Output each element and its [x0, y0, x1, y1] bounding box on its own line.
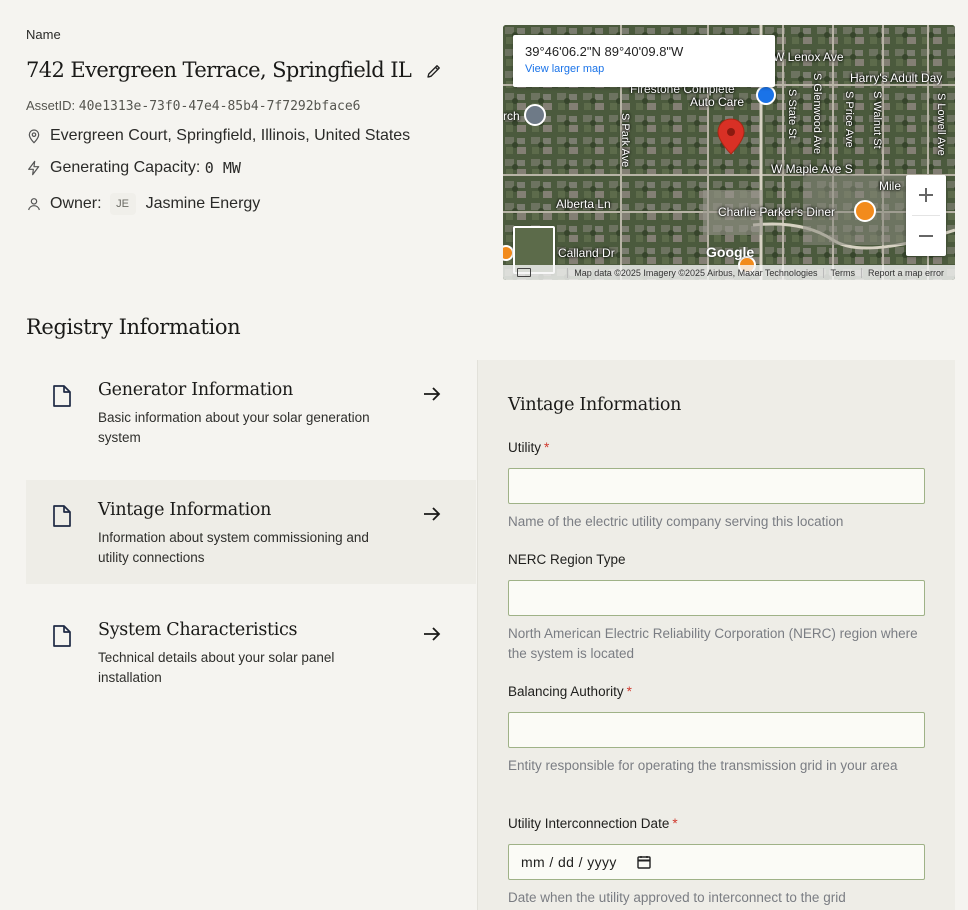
map-terms-link[interactable]: Terms — [823, 267, 861, 278]
asset-page: Name 742 Evergreen Terrace, Springfield … — [0, 0, 968, 910]
map-label-price: S Price Ave — [843, 91, 855, 148]
map-label-maple: W Maple Ave S — [771, 162, 853, 176]
map-label-glenwood: S Glenwood Ave — [811, 73, 823, 155]
asset-id: AssetID: 40e1313e-73f0-47e4-85b4-7f7292b… — [26, 98, 361, 114]
keyboard-shortcuts-icon[interactable] — [517, 268, 531, 277]
utility-label-text: Utility — [508, 440, 541, 455]
nerc-region-help: North American Electric Reliability Corp… — [508, 626, 918, 661]
utility-label: Utility * — [508, 440, 549, 455]
map-label-lenox: W Lenox Ave — [773, 50, 844, 64]
vintage-form-panel: Vintage Information Utility * Name of the… — [477, 360, 955, 910]
location-pin-icon — [26, 128, 42, 144]
nav-item-description: Information about system commissioning a… — [98, 530, 369, 565]
balancing-authority-label: Balancing Authority * — [508, 684, 632, 699]
asset-id-label: AssetID: — [26, 98, 76, 113]
lightning-icon — [26, 160, 42, 176]
location-row: Evergreen Court, Springfield, Illinois, … — [26, 127, 410, 145]
asset-title: 742 Evergreen Terrace, Springfield IL — [26, 58, 412, 82]
balancing-authority-input[interactable] — [508, 712, 925, 748]
map-coordinates: 39°46'06.2"N 89°40'09.8"W — [525, 44, 684, 59]
map-attribution: Map data ©2025 Imagery ©2025 Airbus, Max… — [503, 265, 955, 280]
arrow-right-icon — [424, 507, 441, 521]
balancing-authority-help: Entity responsible for operating the tra… — [508, 758, 898, 773]
plus-icon — [919, 188, 933, 202]
capacity-value: 0 MW — [204, 159, 241, 177]
utility-input[interactable] — [508, 468, 925, 504]
map-zoom-controls — [906, 175, 946, 256]
satellite-map[interactable]: W Lenox Ave Harry's Adult Day Firestone … — [503, 25, 955, 280]
map-info-card: 39°46'06.2"N 89°40'09.8"W View larger ma… — [513, 35, 775, 87]
asset-title-row: 742 Evergreen Terrace, Springfield IL — [26, 58, 443, 82]
interconnection-date-input[interactable]: mm / dd / yyyy — [508, 844, 925, 880]
asset-id-value: 40e1313e-73f0-47e4-85b4-7f7292bface6 — [78, 99, 361, 114]
nerc-region-label-text: NERC Region Type — [508, 552, 626, 567]
required-marker: * — [626, 684, 632, 699]
utility-help: Name of the electric utility company ser… — [508, 514, 844, 529]
nav-item-description: Basic information about your solar gener… — [98, 410, 370, 445]
zoom-in-button[interactable] — [906, 175, 946, 215]
google-logo: Google — [706, 244, 755, 260]
map-label-park: S Park Ave — [619, 113, 631, 168]
capacity-label: Generating Capacity: — [50, 159, 201, 176]
pencil-icon[interactable] — [425, 61, 443, 79]
map-report-link[interactable]: Report a map error — [860, 267, 950, 278]
required-marker: * — [544, 440, 550, 455]
user-icon — [26, 196, 42, 212]
nav-item-vintage-information[interactable]: Vintage Information Information about sy… — [26, 480, 476, 584]
map-label-state: S State St — [786, 89, 798, 139]
map-label-alberta: Alberta Ln — [556, 197, 611, 211]
owner-row: Owner: JE Jasmine Energy — [26, 193, 260, 215]
nav-item-generator-information[interactable]: Generator Information Basic information … — [26, 360, 476, 464]
document-icon — [53, 625, 71, 647]
map-label-walnut: S Walnut St — [871, 91, 883, 149]
nav-item-system-characteristics[interactable]: System Characteristics Technical details… — [26, 600, 476, 704]
zoom-out-button[interactable] — [906, 216, 946, 256]
map-label-calland: Calland Dr — [558, 246, 615, 260]
nerc-region-label: NERC Region Type — [508, 552, 626, 567]
map-label-rch: rch — [503, 109, 520, 123]
location-text: Evergreen Court, Springfield, Illinois, … — [50, 127, 411, 144]
nerc-region-input[interactable] — [508, 580, 925, 616]
capacity-row: Generating Capacity: 0 MW — [26, 159, 241, 177]
calendar-icon — [637, 856, 651, 869]
balancing-authority-label-text: Balancing Authority — [508, 684, 624, 699]
arrow-right-icon — [424, 387, 441, 401]
owner-name[interactable]: Jasmine Energy — [146, 195, 261, 213]
nav-item-title: Generator Information — [98, 380, 293, 400]
nav-item-title: System Characteristics — [98, 620, 298, 640]
nav-item-title: Vintage Information — [98, 500, 272, 520]
map-label-lowell: S Lowell Ave — [935, 93, 947, 156]
interconnection-date-label: Utility Interconnection Date * — [508, 816, 678, 831]
name-label: Name — [26, 27, 61, 42]
date-placeholder: mm / dd / yyyy — [521, 854, 617, 870]
view-larger-map-link[interactable]: View larger map — [525, 63, 763, 75]
form-title: Vintage Information — [508, 395, 682, 415]
map-data-text: Map data ©2025 Imagery ©2025 Airbus, Max… — [567, 267, 823, 278]
map-label-charlie: Charlie Parker's Diner — [718, 205, 835, 219]
interconnection-date-help: Date when the utility approved to interc… — [508, 890, 846, 905]
map-label-mile: Mile — [879, 179, 902, 193]
document-icon — [53, 385, 71, 407]
document-icon — [53, 505, 71, 527]
owner-avatar: JE — [109, 193, 136, 215]
nav-item-description: Technical details about your solar panel… — [98, 650, 335, 685]
map-label-firestone-2: Auto Care — [690, 95, 745, 109]
interconnection-date-label-text: Utility Interconnection Date — [508, 816, 670, 831]
minus-icon — [919, 235, 933, 237]
required-marker: * — [672, 816, 678, 831]
map-label-harrys: Harry's Adult Day — [850, 71, 943, 85]
registry-title: Registry Information — [26, 315, 241, 339]
arrow-right-icon — [424, 627, 441, 641]
owner-label: Owner: — [50, 195, 102, 212]
